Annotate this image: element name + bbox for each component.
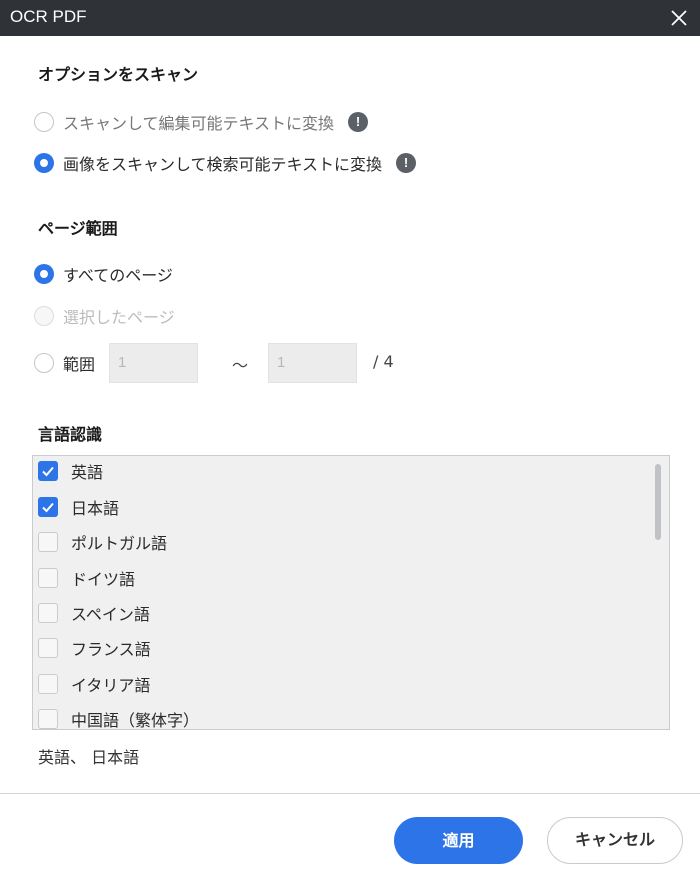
info-icon[interactable]: ! (396, 153, 417, 173)
radio-label: 選択したページ (63, 308, 175, 327)
apply-button[interactable]: 適用 (394, 817, 523, 864)
list-item[interactable]: ドイツ語 (38, 566, 135, 590)
list-item[interactable]: 日本語 (38, 495, 119, 519)
language-list[interactable]: 英語 日本語 ポルトガル語 ドイツ語 スペイン語 フランス語 イタリア語 中国語… (32, 455, 670, 730)
radio-editable-text[interactable]: スキャンして編集可能テキストに変換 ! (34, 110, 369, 134)
scan-options-heading: オプションをスキャン (38, 65, 199, 84)
radio-button (34, 306, 54, 326)
language-heading: 言語認識 (38, 425, 103, 444)
checkbox[interactable] (38, 709, 58, 729)
list-item[interactable]: フランス語 (38, 636, 151, 660)
radio-button[interactable] (34, 153, 54, 173)
list-item[interactable]: スペイン語 (38, 601, 150, 625)
list-item-label: スペイン語 (71, 605, 150, 624)
radio-label: 画像をスキャンして検索可能テキストに変換 (63, 155, 383, 174)
checkmark-icon (42, 466, 54, 477)
window-title: OCR PDF (10, 7, 87, 26)
radio-button[interactable] (34, 264, 54, 284)
footer-divider (0, 793, 700, 794)
checkbox[interactable] (38, 532, 58, 552)
selected-languages-summary: 英語、 日本語 (38, 748, 140, 767)
radio-label: スキャンして編集可能テキストに変換 (63, 114, 335, 133)
radio-searchable-text[interactable]: 画像をスキャンして検索可能テキストに変換 ! (34, 151, 417, 175)
radio-button[interactable] (34, 353, 54, 373)
list-item-label: 英語 (71, 463, 104, 482)
range-to-input[interactable]: 1 (268, 343, 357, 383)
checkbox[interactable] (38, 603, 58, 623)
list-item[interactable]: イタリア語 (38, 672, 150, 696)
close-icon[interactable] (664, 3, 694, 33)
radio-label: 範囲 (63, 355, 96, 374)
list-item-label: 日本語 (71, 499, 120, 518)
radio-page-range[interactable]: 範囲 (34, 351, 95, 375)
radio-all-pages[interactable]: すべてのページ (34, 262, 173, 286)
radio-button[interactable] (34, 112, 54, 132)
list-item-label: ポルトガル語 (71, 534, 168, 553)
cancel-button[interactable]: キャンセル (547, 817, 683, 864)
checkmark-icon (42, 502, 54, 513)
title-bar: OCR PDF (0, 0, 700, 36)
radio-selected-pages: 選択したページ (34, 304, 175, 328)
list-item-label: 中国語（繁体字） (71, 711, 200, 730)
checkbox[interactable] (38, 568, 58, 588)
range-from-input[interactable]: 1 (109, 343, 198, 383)
radio-label: すべてのページ (63, 266, 173, 285)
checkbox[interactable] (38, 674, 58, 694)
list-item[interactable]: 英語 (38, 459, 103, 483)
checkbox[interactable] (38, 497, 58, 517)
list-item-label: フランス語 (71, 640, 151, 659)
info-icon[interactable]: ! (348, 112, 369, 132)
list-item[interactable]: 中国語（繁体字） (38, 707, 200, 730)
list-scrollbar[interactable] (655, 464, 661, 540)
list-item[interactable]: ポルトガル語 (38, 530, 167, 554)
page-range-heading: ページ範囲 (38, 219, 118, 238)
total-pages: / 4 (373, 352, 394, 371)
list-item-label: ドイツ語 (71, 570, 136, 589)
checkbox[interactable] (38, 461, 58, 481)
range-separator: ～ (232, 356, 249, 375)
list-item-label: イタリア語 (71, 676, 151, 695)
checkbox[interactable] (38, 638, 58, 658)
